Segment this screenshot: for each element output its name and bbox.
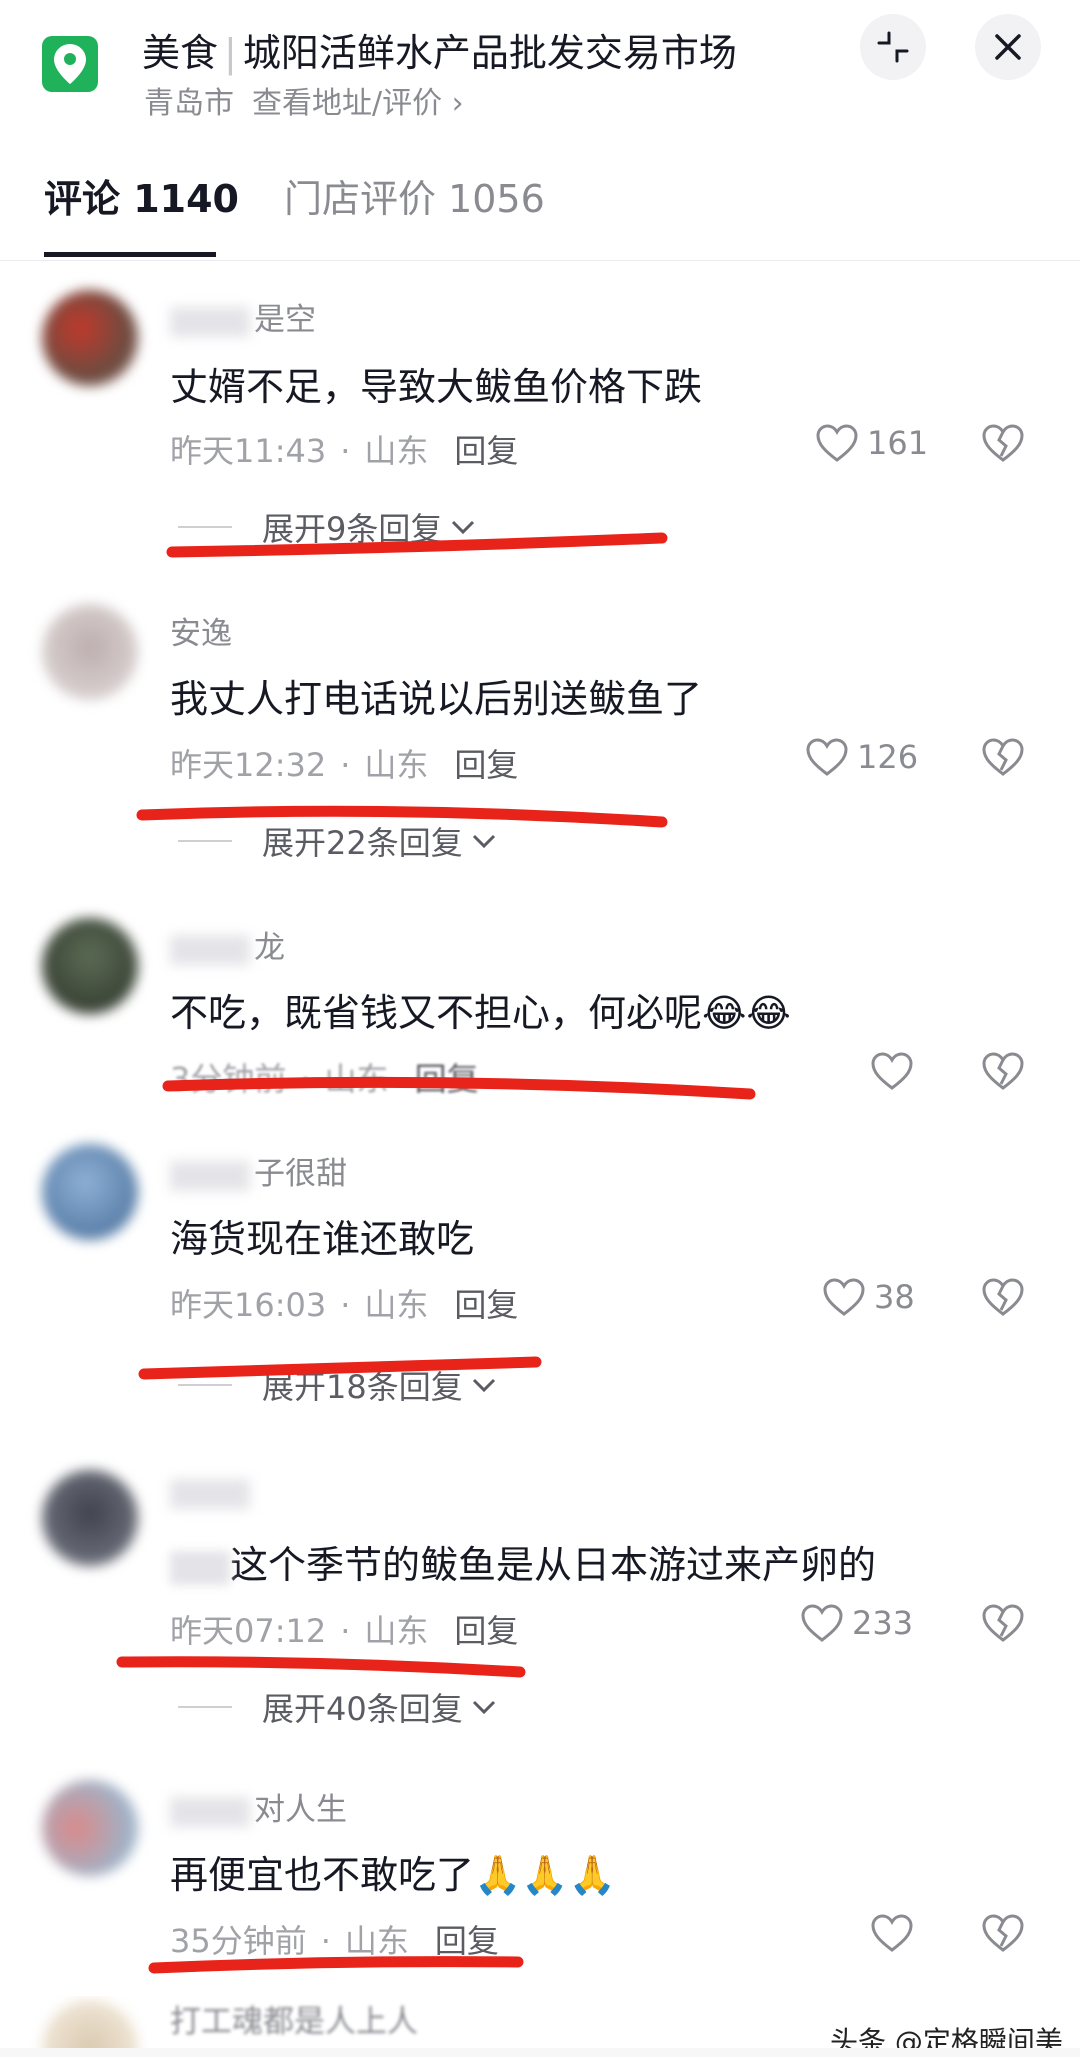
annotation-line bbox=[116, 1656, 526, 1678]
tab-divider bbox=[0, 260, 1080, 261]
dislike-icon[interactable] bbox=[980, 1274, 1026, 1320]
comment-text: 我丈人打电话说以后别送鲅鱼了 bbox=[170, 677, 703, 721]
reply-button[interactable]: 回复 bbox=[454, 432, 518, 470]
tab-comments[interactable]: 评论 1140 bbox=[44, 168, 239, 223]
close-button[interactable] bbox=[975, 14, 1041, 80]
address-link[interactable]: 查看地址/评价 › bbox=[252, 86, 464, 121]
category-label: 美食 bbox=[142, 31, 219, 75]
tab-store-reviews[interactable]: 门店评价 1056 bbox=[284, 168, 545, 223]
avatar[interactable] bbox=[42, 290, 138, 386]
comment-time: 35分钟前 bbox=[170, 1922, 307, 1960]
comment-time: 3分钟前 bbox=[170, 1060, 287, 1098]
dislike-icon[interactable] bbox=[980, 734, 1026, 780]
place-name: 城阳活鲜水产品批发交易市场 bbox=[242, 31, 737, 75]
comment-location: 山东 bbox=[364, 1286, 429, 1324]
dislike-icon[interactable] bbox=[980, 1600, 1026, 1646]
comment-location: 山东 bbox=[344, 1922, 409, 1960]
minimize-button[interactable] bbox=[860, 14, 926, 80]
subtitle: 青岛市 查看地址/评价 › bbox=[144, 78, 464, 122]
like-button[interactable]: 38 bbox=[822, 1274, 915, 1320]
username[interactable]: 安逸 bbox=[170, 608, 232, 653]
comment-meta: 昨天11:43 · 山东 回复 bbox=[170, 432, 519, 470]
like-count: 161 bbox=[867, 424, 929, 462]
comment-text: 再便宜也不敢吃了🙏🙏🙏 bbox=[170, 1853, 616, 1897]
username[interactable]: 是空 bbox=[170, 294, 316, 339]
comment-text: 不吃，既省钱又不担心，何必呢😂😂 bbox=[170, 991, 791, 1035]
comment-text: 这个季节的鲅鱼是从日本游过来产卵的 bbox=[170, 1534, 876, 1589]
avatar[interactable] bbox=[42, 1780, 138, 1876]
username[interactable]: 子很甜 bbox=[170, 1148, 347, 1193]
reply-button[interactable]: 回复 bbox=[435, 1922, 499, 1960]
heart-icon bbox=[871, 1052, 913, 1090]
dislike-icon[interactable] bbox=[980, 1910, 1026, 1956]
chevron-down-icon bbox=[452, 520, 475, 535]
expand-replies[interactable]: 展开18条回复 bbox=[178, 1362, 497, 1408]
expand-replies[interactable]: 展开9条回复 bbox=[178, 504, 476, 550]
location-app-icon bbox=[42, 36, 98, 92]
expand-replies[interactable]: 展开40条回复 bbox=[178, 1684, 497, 1730]
reply-button[interactable]: 回复 bbox=[454, 1286, 518, 1324]
pray-emoji: 🙏🙏🙏 bbox=[474, 1853, 616, 1897]
comment-location: 山东 bbox=[364, 1612, 429, 1650]
comment-time: 昨天12:32 bbox=[170, 746, 327, 784]
comment-location: 山东 bbox=[364, 432, 429, 470]
page-title: 美食 | 城阳活鲜水产品批发交易市场 bbox=[142, 31, 737, 75]
avatar[interactable] bbox=[42, 918, 138, 1014]
comment-meta: 昨天12:32 · 山东 回复 bbox=[170, 746, 519, 784]
comment-location: 山东 bbox=[364, 746, 429, 784]
heart-icon bbox=[816, 424, 858, 462]
dislike-icon[interactable] bbox=[980, 420, 1026, 466]
like-count: 38 bbox=[874, 1278, 915, 1316]
username[interactable]: 对人生 bbox=[170, 1784, 347, 1829]
username[interactable]: 打工魂都是人上人 bbox=[170, 1996, 418, 2041]
minimize-icon bbox=[877, 31, 909, 63]
comment-meta: 昨天16:03 · 山东 回复 bbox=[170, 1286, 519, 1324]
annotation-line bbox=[148, 1956, 524, 1974]
avatar[interactable] bbox=[42, 604, 138, 700]
avatar[interactable] bbox=[42, 1144, 138, 1240]
heart-icon bbox=[806, 738, 848, 776]
expand-replies[interactable]: 展开22条回复 bbox=[178, 818, 497, 864]
heart-icon bbox=[871, 1914, 913, 1952]
avatar[interactable] bbox=[42, 1470, 138, 1566]
chevron-down-icon bbox=[472, 1378, 495, 1393]
comment-time: 昨天16:03 bbox=[170, 1286, 327, 1324]
heart-icon bbox=[801, 1604, 843, 1642]
reply-button[interactable]: 回复 bbox=[454, 1612, 518, 1650]
reply-button[interactable]: 回复 bbox=[415, 1060, 479, 1098]
active-tab-indicator bbox=[44, 252, 216, 257]
chevron-down-icon bbox=[472, 1700, 495, 1715]
laughing-emoji: 😂😂 bbox=[702, 991, 791, 1035]
bottom-bar bbox=[0, 2048, 1080, 2057]
like-button[interactable] bbox=[870, 1048, 914, 1094]
comment-time: 昨天11:43 bbox=[170, 432, 327, 470]
like-button[interactable]: 233 bbox=[800, 1600, 913, 1646]
dislike-icon[interactable] bbox=[980, 1048, 1026, 1094]
comment-time: 昨天07:12 bbox=[170, 1612, 327, 1650]
comment-location: 山东 bbox=[324, 1060, 389, 1098]
comment-meta: 3分钟前 · 山东 回复 bbox=[170, 1060, 479, 1098]
chevron-down-icon bbox=[472, 834, 495, 849]
username[interactable] bbox=[170, 1474, 254, 1510]
comment-meta: 昨天07:12 · 山东 回复 bbox=[170, 1612, 519, 1650]
like-count: 233 bbox=[852, 1604, 914, 1642]
like-button[interactable]: 126 bbox=[805, 734, 918, 780]
like-button[interactable]: 161 bbox=[815, 420, 928, 466]
comment-text: 丈婿不足，导致大鲅鱼价格下跌 bbox=[170, 365, 703, 409]
map-pin-icon bbox=[54, 44, 86, 84]
like-button[interactable] bbox=[870, 1910, 914, 1956]
city-label: 青岛市 bbox=[144, 86, 234, 121]
close-icon bbox=[995, 34, 1021, 60]
username[interactable]: 龙 bbox=[170, 922, 285, 967]
comment-text: 海货现在谁还敢吃 bbox=[170, 1217, 475, 1261]
reply-button[interactable]: 回复 bbox=[454, 746, 518, 784]
heart-icon bbox=[823, 1278, 865, 1316]
like-count: 126 bbox=[857, 738, 919, 776]
comment-meta: 35分钟前 · 山东 回复 bbox=[170, 1922, 499, 1960]
